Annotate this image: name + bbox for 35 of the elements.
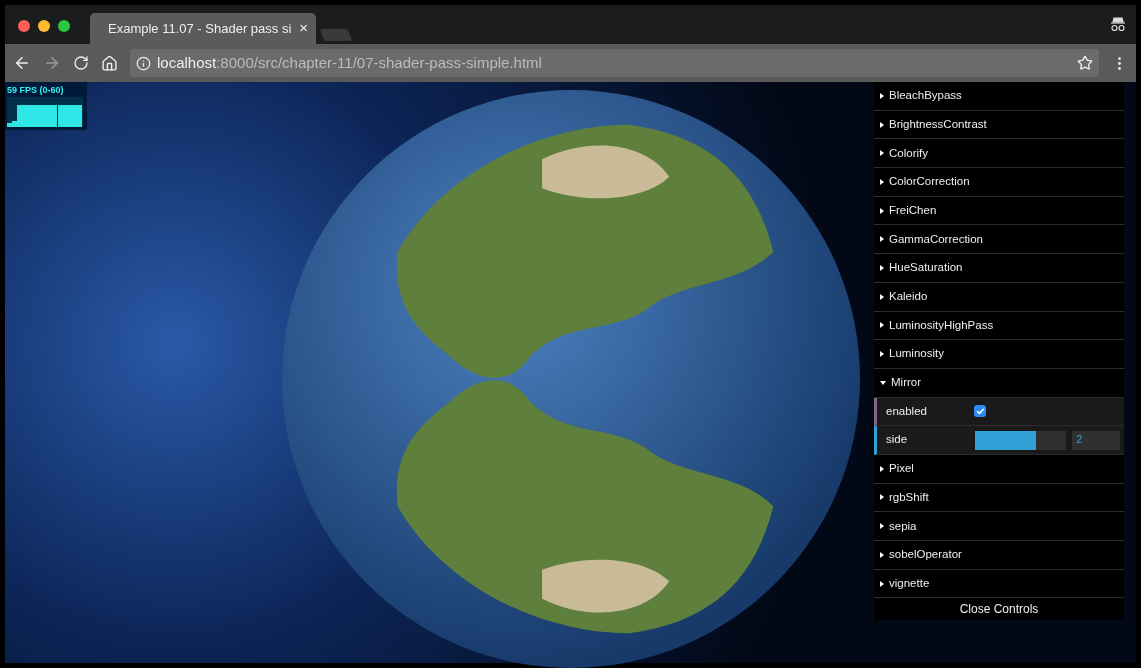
caret-right-icon [880,523,884,530]
control-label: enabled [885,403,928,419]
checkbox[interactable] [974,405,986,418]
caret-right-icon [880,150,884,157]
bookmark-star-icon[interactable] [1077,55,1093,71]
control-label: side [885,432,909,448]
caret-right-icon [880,293,884,300]
browser-tab[interactable]: Example 11.07 - Shader pass si × [90,13,316,44]
caret-right-icon [880,92,884,99]
caret-right-icon [880,236,884,243]
fps-label: 59 FPS (0-60) [7,84,65,96]
caret-right-icon [880,351,884,358]
home-button[interactable] [101,54,118,72]
caret-right-icon [880,494,884,501]
back-button[interactable] [13,54,31,72]
caret-right-icon [880,264,884,271]
check-icon [975,406,985,416]
caret-right-icon [880,580,884,587]
info-icon [136,55,151,71]
slider-track[interactable] [975,430,1066,450]
caret-right-icon [880,207,884,214]
close-tab-button[interactable]: × [299,17,309,40]
incognito-icon [1110,17,1126,32]
close-window-button[interactable] [18,20,30,32]
maximize-window-button[interactable] [58,20,70,32]
caret-right-icon [880,322,884,329]
reload-button[interactable] [73,55,89,71]
caret-down-icon [880,380,886,385]
address-bar[interactable]: localhost:8000/src/chapter-11/07-shader-pass-simple.html [130,49,1099,77]
caret-right-icon [880,551,884,558]
caret-right-icon [880,465,884,472]
caret-right-icon [880,121,884,128]
number-field[interactable]: 2 [1072,430,1120,450]
minimize-window-button[interactable] [38,20,50,32]
caret-right-icon [880,178,884,185]
